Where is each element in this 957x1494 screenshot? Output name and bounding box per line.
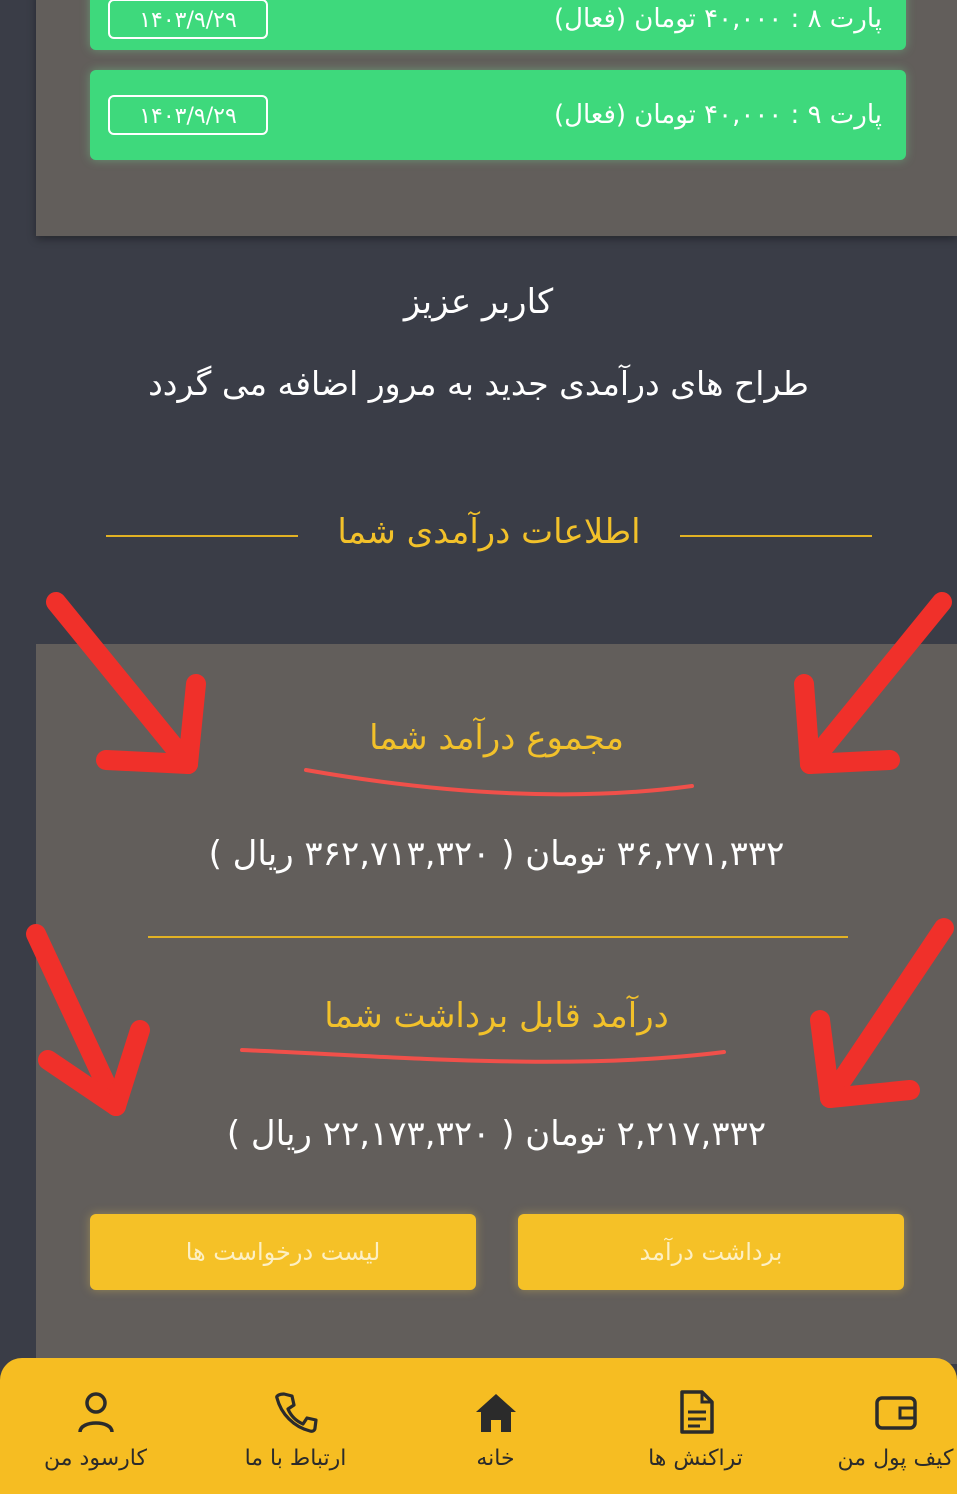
nav-item-contact[interactable]: ارتباط با ما [200,1358,391,1494]
wallet-icon [874,1396,917,1430]
nav-item-home[interactable]: خانه [400,1358,591,1494]
part-row-8[interactable]: پارت ۸ : ۴۰,۰۰۰ تومان (فعال) ۱۴۰۳/۹/۲۹ [90,0,906,50]
red-underline-withdrawable [240,1048,726,1064]
part-row-9[interactable]: پارت ۹ : ۴۰,۰۰۰ تومان (فعال) ۱۴۰۳/۹/۲۹ [90,70,906,160]
bottom-nav: کارسود من ارتباط با ما خانه تراکنش ها کی… [0,1358,957,1494]
notice-message: طراح های درآمدی جدید به مرور اضافه می گر… [148,364,809,403]
nav-label: تراکنش ها [648,1446,743,1471]
total-income-value: ۳۶,۲۷۱,۳۳۲ تومان ( ۳۶۲,۷۱۳,۳۲۰ ریال ) [208,834,785,874]
red-underline-total [304,768,694,797]
red-arrow-icon [26,924,150,1116]
nav-item-my-profit[interactable]: کارسود من [0,1358,191,1494]
withdrawable-income-value: ۲,۲۱۷,۳۳۲ تومان ( ۲۲,۱۷۳,۳۲۰ ریال ) [226,1114,767,1154]
request-list-button[interactable]: لیست درخواست ها [90,1214,476,1290]
phone-icon [274,1392,318,1433]
nav-label: کارسود من [44,1446,147,1471]
part-label: پارت ۹ : ۴۰,۰۰۰ تومان (فعال) [553,100,882,130]
withdraw-income-button[interactable]: برداشت درآمد [518,1214,904,1290]
notice-greeting: کاربر عزیز [403,282,554,322]
income-section-title: اطلاعات درآمدی شما [337,512,641,552]
income-divider [148,936,848,938]
user-icon [77,1392,114,1433]
income-section-header: اطلاعات درآمدی شما [106,508,872,564]
home-icon [475,1394,516,1432]
nav-item-transactions[interactable]: تراکنش ها [600,1358,791,1494]
header-divider-right [680,535,872,537]
red-arrow-icon [810,918,954,1108]
part-date: ۱۴۰۳/۹/۲۹ [108,95,268,135]
nav-label: خانه [476,1446,515,1471]
parts-card: پارت ۸ : ۴۰,۰۰۰ تومان (فعال) ۱۴۰۳/۹/۲۹ پ… [36,0,957,236]
part-date: ۱۴۰۳/۹/۲۹ [108,0,268,39]
part-label: پارت ۸ : ۴۰,۰۰۰ تومان (فعال) [553,4,882,34]
red-arrow-icon [794,592,952,774]
nav-label: کیف پول من [837,1446,954,1471]
nav-label: ارتباط با ما [244,1446,347,1471]
nav-item-wallet[interactable]: کیف پول من [800,1358,957,1494]
document-icon [679,1390,714,1434]
red-arrow-icon [46,592,206,774]
